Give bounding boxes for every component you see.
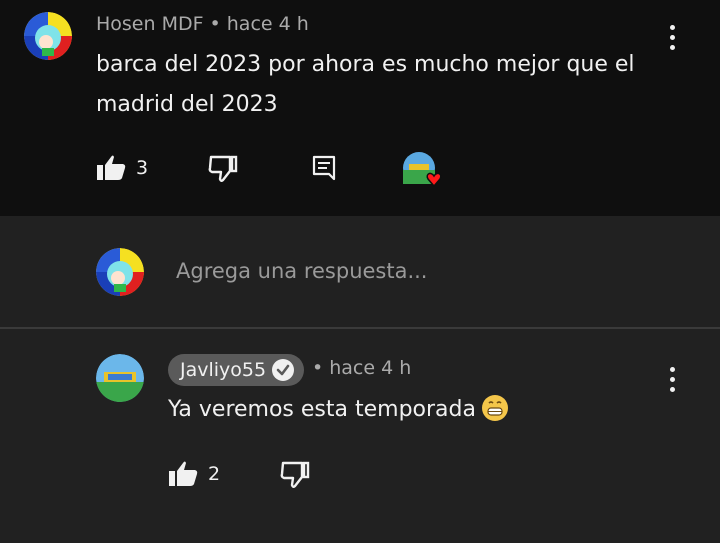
grinning-face-emoji xyxy=(481,395,508,421)
reply-text-content: Ya veremos esta temporada xyxy=(168,397,476,422)
reply-timestamp[interactable]: hace 4 h xyxy=(329,357,411,379)
comment-timestamp[interactable]: hace 4 h xyxy=(227,13,309,35)
like-button[interactable] xyxy=(96,154,126,182)
thumb-up-icon xyxy=(97,155,126,180)
thumb-up-icon xyxy=(169,461,198,486)
check-circle-icon xyxy=(272,359,295,381)
thumb-down-icon xyxy=(280,461,310,488)
comment-text: barca del 2023 por ahora es mucho mejor … xyxy=(96,52,635,117)
divider xyxy=(0,327,720,329)
thumb-down-icon xyxy=(208,155,238,182)
reply-author-chip[interactable]: Javliyo55 xyxy=(168,354,305,386)
meta-separator: • xyxy=(312,357,324,379)
reply-like-button[interactable] xyxy=(168,460,198,488)
comment-header: Hosen MDF • hace 4 h xyxy=(96,13,309,35)
meta-separator: • xyxy=(209,13,221,35)
dislike-button[interactable] xyxy=(208,155,238,183)
reply-author-name: Javliyo55 xyxy=(180,359,267,381)
reply-like-count: 2 xyxy=(208,463,221,485)
heart-icon xyxy=(426,172,442,188)
comment-author-avatar[interactable] xyxy=(24,12,72,60)
reply-header: • hace 4 h xyxy=(306,357,411,379)
reply-more-button[interactable] xyxy=(668,367,676,395)
reply-button[interactable] xyxy=(312,155,336,181)
creator-heart-badge xyxy=(403,152,447,190)
current-user-avatar xyxy=(96,248,144,296)
reply-author-avatar[interactable] xyxy=(96,354,144,402)
comment-author-name[interactable]: Hosen MDF xyxy=(96,13,204,35)
like-count: 3 xyxy=(136,157,149,179)
reply-input[interactable]: Agrega una respuesta... xyxy=(176,259,428,283)
reply-dislike-button[interactable] xyxy=(280,461,310,489)
comment-icon xyxy=(312,155,336,181)
reply-text: Ya veremos esta temporada xyxy=(168,390,508,430)
